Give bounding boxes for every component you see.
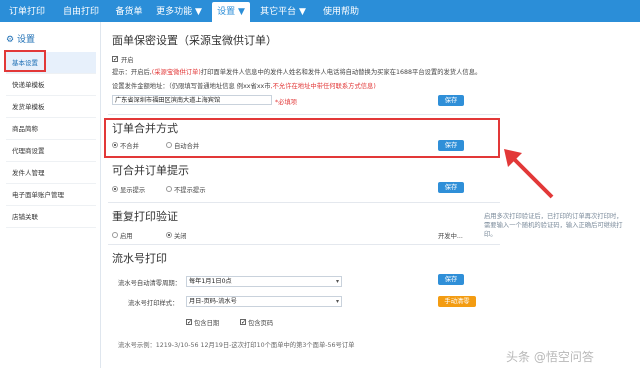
sidebar-item-invoice-template[interactable]: 发货单模板 xyxy=(6,96,96,118)
addr-label-text: 设置发件金额地址：（仍限填写普通地址信息 例xx省xx市 xyxy=(112,83,271,90)
hint-save-button[interactable]: 保存 xyxy=(438,182,464,193)
hint-show-label: 显示提示 xyxy=(120,187,146,194)
repeat-close-radio[interactable] xyxy=(166,232,172,238)
tab-settings[interactable]: 设置 ▼ xyxy=(212,2,250,22)
addr-label-red: ,不允许在地址中带任何联系方式信息) xyxy=(270,83,376,90)
include-page-label: 包含页码 xyxy=(248,320,274,327)
tab-other-platforms[interactable]: 其它平台 ▼ xyxy=(256,2,310,22)
sidebar-item-express-template[interactable]: 快递单模板 xyxy=(6,74,96,96)
serial-title: 流水号打印 xyxy=(112,252,167,265)
tab-help[interactable]: 使用帮助 xyxy=(318,2,364,22)
include-page-checkbox[interactable]: ✓ xyxy=(240,319,246,326)
divider xyxy=(108,114,500,115)
sidebar: ⚙ 设置 基本设置 快递单模板 发货单模板 商品简称 代理商设置 发件人管理 电… xyxy=(0,22,101,368)
chevron-down-icon: ▾ xyxy=(335,278,339,285)
sidebar-item-product-abbr[interactable]: 商品简称 xyxy=(6,118,96,140)
serial-save-button[interactable]: 保存 xyxy=(438,274,464,285)
privacy-hint-prefix: 提示：开启后, xyxy=(112,69,152,76)
serial-clear-select[interactable]: 每年1月1日0点 ▾ xyxy=(186,276,342,287)
include-date-checkbox[interactable]: ✓ xyxy=(186,319,192,326)
top-nav: 订单打印 自由打印 备货单 更多功能 ▼ 设置 ▼ 其它平台 ▼ 使用帮助 xyxy=(0,0,640,22)
tab-stock-list[interactable]: 备货单 xyxy=(112,2,146,22)
divider xyxy=(108,202,500,203)
privacy-hint-suffix: 打印面单发件人信息中的发件人姓名和发件人电话将自动替换为买家在1688平台设置的… xyxy=(200,69,482,76)
serial-style-label: 流水号打印样式： xyxy=(128,300,179,307)
sidebar-item-shop-link[interactable]: 店铺关联 xyxy=(6,206,96,228)
sidebar-title: ⚙ 设置 xyxy=(6,32,35,45)
serial-style-select[interactable]: 月日-页码-流水号 ▾ xyxy=(186,296,342,307)
privacy-enable-label: 开启 xyxy=(121,57,134,64)
privacy-save-button[interactable]: 保存 xyxy=(438,95,464,106)
hint-show-radio[interactable] xyxy=(112,186,118,192)
tab-free-print[interactable]: 自由打印 xyxy=(58,2,104,22)
serial-clear-label: 流水号自动清零周期： xyxy=(118,280,181,287)
sender-address-input[interactable]: 广东省深圳市福田区滨南大道上海宾馆 xyxy=(112,95,272,105)
serial-style-value: 月日-页码-流水号 xyxy=(189,298,237,305)
repeat-enable-radio[interactable] xyxy=(112,232,118,238)
serial-clear-value: 每年1月1日0点 xyxy=(189,278,232,285)
merge-highlight-box xyxy=(104,118,500,158)
sidebar-highlight-box xyxy=(4,50,46,72)
repeat-enable-label: 启用 xyxy=(120,233,133,240)
privacy-addr-label: 设置发件金额地址：（仍限填写普通地址信息 例xx省xx市,不允许在地址中带任何联… xyxy=(112,81,376,90)
manual-clear-button[interactable]: 手动清零 xyxy=(438,296,476,307)
gear-icon: ⚙ xyxy=(6,35,15,45)
addr-required-note: *必填项 xyxy=(275,99,298,106)
privacy-hint: 提示：开启后,(采源宝微供订单)打印面单发件人信息中的发件人姓名和发件人电话将自… xyxy=(112,67,481,76)
watermark: 头条 @悟空问答 xyxy=(506,350,594,364)
tab-more-features[interactable]: 更多功能 ▼ xyxy=(152,2,206,22)
hint-hide-radio[interactable] xyxy=(166,186,172,192)
divider xyxy=(108,244,500,245)
include-date-label: 包含日期 xyxy=(194,320,220,327)
chevron-down-icon: ▾ xyxy=(335,298,339,305)
repeat-side-note: 启用多次打印验证后，已打印的订单再次打印时，需要输入一个随机的验证码，输入正确后… xyxy=(484,213,623,238)
annotation-arrow-icon xyxy=(504,149,554,199)
sidebar-item-sender-mgmt[interactable]: 发件人管理 xyxy=(6,162,96,184)
repeat-title: 重复打印验证 xyxy=(112,210,178,223)
sidebar-item-agent-settings[interactable]: 代理商设置 xyxy=(6,140,96,162)
hint-hide-label: 不提示提示 xyxy=(174,187,206,194)
privacy-title: 面单保密设置（采源宝微供订单） xyxy=(112,34,277,47)
sidebar-title-text: 设置 xyxy=(16,35,35,45)
sidebar-item-eorder-account[interactable]: 电子面单账户管理 xyxy=(6,184,96,206)
serial-example: 流水号示例：1219-3/10-56 12月19日-这次打印10个面单中的第3个… xyxy=(118,342,355,349)
merge-hint-title: 可合并订单提示 xyxy=(112,164,189,177)
tab-order-print[interactable]: 订单打印 xyxy=(4,2,50,22)
privacy-hint-red: (采源宝微供订单) xyxy=(151,69,201,76)
repeat-dev-label: 开发中... xyxy=(438,233,463,240)
privacy-enable-checkbox[interactable]: ✓ xyxy=(112,56,118,63)
repeat-close-label: 关闭 xyxy=(174,233,187,240)
